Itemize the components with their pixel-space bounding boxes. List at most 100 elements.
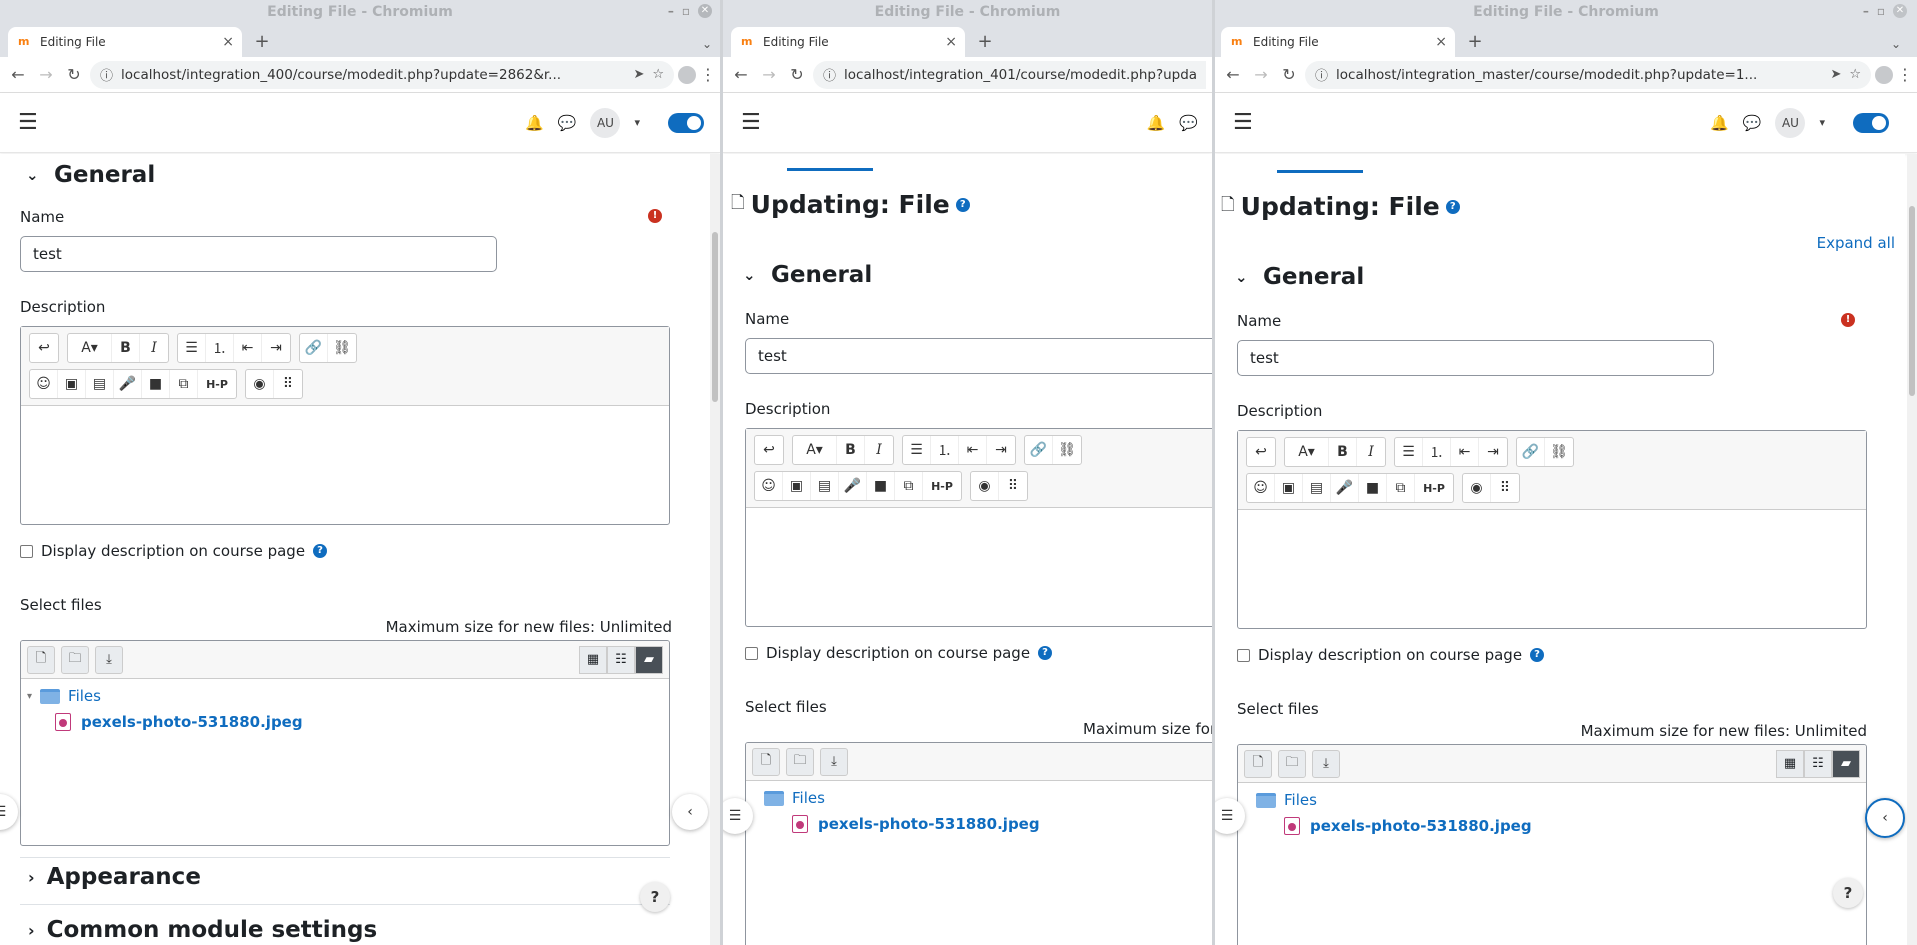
block-drawer-chevron-left-icon[interactable]: ‹: [1865, 798, 1905, 838]
numbered-list-icon[interactable]: ⒈: [206, 334, 234, 362]
url-field[interactable]: ⓘ localhost/integration_401/course/moded…: [813, 60, 1206, 89]
create-folder-icon[interactable]: 🗀: [786, 747, 814, 776]
back-icon[interactable]: ←: [729, 65, 753, 84]
h5p-icon[interactable]: H-P: [1415, 474, 1453, 502]
collapse-toolbar-icon[interactable]: ↩: [755, 436, 783, 464]
edit-mode-toggle[interactable]: [668, 112, 704, 133]
record-audio-icon[interactable]: 🎤: [114, 370, 142, 398]
record-video-icon[interactable]: ■: [867, 472, 895, 500]
folder-name[interactable]: Files: [792, 789, 825, 807]
profile-icon[interactable]: [1875, 65, 1893, 84]
numbered-list-icon[interactable]: ⒈: [931, 436, 959, 464]
file-name[interactable]: pexels-photo-531880.jpeg: [81, 713, 303, 731]
profile-icon[interactable]: [678, 65, 696, 84]
section-appearance-header[interactable]: › Appearance: [28, 864, 201, 890]
screenreader-helper-icon[interactable]: ⠿: [999, 472, 1027, 500]
hamburger-menu-icon[interactable]: ☰: [18, 110, 38, 135]
grid-view-icon[interactable]: ▦: [579, 645, 607, 674]
browser-tab[interactable]: m Editing File ×: [731, 27, 965, 57]
record-audio-icon[interactable]: 🎤: [1331, 474, 1359, 502]
page-scrollbar[interactable]: [710, 154, 720, 945]
download-icon[interactable]: ⤓: [1312, 749, 1340, 778]
back-icon[interactable]: ←: [6, 65, 30, 84]
browser-menu-icon[interactable]: ⋮: [1897, 65, 1913, 84]
minimize-icon[interactable]: –: [668, 4, 674, 18]
collapse-toolbar-icon[interactable]: ↩: [1247, 438, 1275, 466]
link-icon[interactable]: 🔗: [1517, 438, 1545, 466]
reload-icon[interactable]: ↻: [1277, 65, 1301, 84]
bold-icon[interactable]: B: [1329, 438, 1357, 466]
collapse-toolbar-icon[interactable]: ↩: [30, 334, 58, 362]
record-video-icon[interactable]: ■: [1359, 474, 1387, 502]
user-menu-chevron-down-icon[interactable]: ▾: [634, 116, 640, 129]
list-view-icon[interactable]: ☷: [607, 645, 635, 674]
display-description-checkbox[interactable]: [745, 646, 758, 660]
notifications-bell-icon[interactable]: 🔔: [1710, 114, 1729, 132]
file-name[interactable]: pexels-photo-531880.jpeg: [1310, 817, 1532, 835]
tab-close-icon[interactable]: ×: [945, 34, 957, 50]
folder-name[interactable]: Files: [68, 687, 101, 705]
bullet-list-icon[interactable]: ☰: [178, 334, 206, 362]
record-audio-icon[interactable]: 🎤: [839, 472, 867, 500]
bookmark-star-icon[interactable]: ☆: [1849, 67, 1861, 82]
new-tab-icon[interactable]: +: [971, 28, 999, 56]
bullet-list-icon[interactable]: ☰: [903, 436, 931, 464]
font-style-icon[interactable]: A▾: [1285, 438, 1329, 466]
media-icon[interactable]: ▤: [811, 472, 839, 500]
bullet-list-icon[interactable]: ☰: [1395, 438, 1423, 466]
image-icon[interactable]: ▣: [58, 370, 86, 398]
unlink-icon[interactable]: ⛓: [1053, 436, 1081, 464]
close-window-icon[interactable]: ✕: [698, 4, 712, 18]
emoji-icon[interactable]: ☺: [755, 472, 783, 500]
site-info-icon[interactable]: ⓘ: [1315, 65, 1328, 84]
editor-content-area[interactable]: [1238, 510, 1866, 618]
accessibility-checker-icon[interactable]: ◉: [971, 472, 999, 500]
italic-icon[interactable]: I: [865, 436, 893, 464]
screenreader-helper-icon[interactable]: ⠿: [1491, 474, 1519, 502]
browser-tab[interactable]: m Editing File ×: [8, 27, 242, 57]
tree-toggle-icon[interactable]: ▾: [27, 691, 32, 702]
manage-files-icon[interactable]: ⧉: [170, 370, 198, 398]
bookmark-star-icon[interactable]: ☆: [652, 67, 664, 82]
manage-files-icon[interactable]: ⧉: [1387, 474, 1415, 502]
messages-icon[interactable]: 💬: [1179, 114, 1198, 132]
expand-all-link[interactable]: Expand all: [1817, 234, 1895, 252]
indent-icon[interactable]: ⇥: [1479, 438, 1507, 466]
add-file-icon[interactable]: 🗋: [27, 645, 55, 674]
section-general-header[interactable]: ⌄ General: [743, 262, 872, 288]
emoji-icon[interactable]: ☺: [30, 370, 58, 398]
help-icon[interactable]: ?: [1530, 648, 1545, 662]
tree-view-icon[interactable]: ▰: [635, 645, 663, 674]
scrollbar-thumb[interactable]: [1909, 206, 1915, 396]
help-footer-button[interactable]: ?: [640, 882, 670, 912]
record-video-icon[interactable]: ■: [142, 370, 170, 398]
section-general-header[interactable]: ⌄ General: [26, 162, 155, 188]
download-icon[interactable]: ⤓: [95, 645, 123, 674]
forward-icon[interactable]: →: [1249, 65, 1273, 84]
course-index-drawer-icon[interactable]: ☰: [0, 794, 18, 830]
file-item[interactable]: pexels-photo-531880.jpeg: [792, 815, 1212, 833]
accessibility-checker-icon[interactable]: ◉: [1463, 474, 1491, 502]
indent-icon[interactable]: ⇥: [987, 436, 1015, 464]
help-icon[interactable]: ?: [1445, 199, 1460, 214]
image-icon[interactable]: ▣: [783, 472, 811, 500]
image-icon[interactable]: ▣: [1275, 474, 1303, 502]
send-icon[interactable]: ➤: [633, 67, 644, 82]
font-style-icon[interactable]: A▾: [793, 436, 837, 464]
h5p-icon[interactable]: H-P: [923, 472, 961, 500]
display-description-checkbox-row[interactable]: Display description on course page ?: [1237, 646, 1545, 664]
grid-view-icon[interactable]: ▦: [1776, 749, 1804, 778]
block-drawer-chevron-left-icon[interactable]: ‹: [672, 794, 708, 830]
font-style-icon[interactable]: A▾: [68, 334, 112, 362]
messages-icon[interactable]: 💬: [558, 114, 577, 132]
name-input[interactable]: test: [20, 236, 497, 272]
hamburger-menu-icon[interactable]: ☰: [1233, 110, 1253, 135]
manage-files-icon[interactable]: ⧉: [895, 472, 923, 500]
messages-icon[interactable]: 💬: [1743, 114, 1762, 132]
create-folder-icon[interactable]: 🗀: [61, 645, 89, 674]
folder-name[interactable]: Files: [1284, 791, 1317, 809]
name-input[interactable]: test: [745, 338, 1212, 374]
link-icon[interactable]: 🔗: [300, 334, 328, 362]
add-file-icon[interactable]: 🗋: [1244, 749, 1272, 778]
outdent-icon[interactable]: ⇤: [234, 334, 262, 362]
